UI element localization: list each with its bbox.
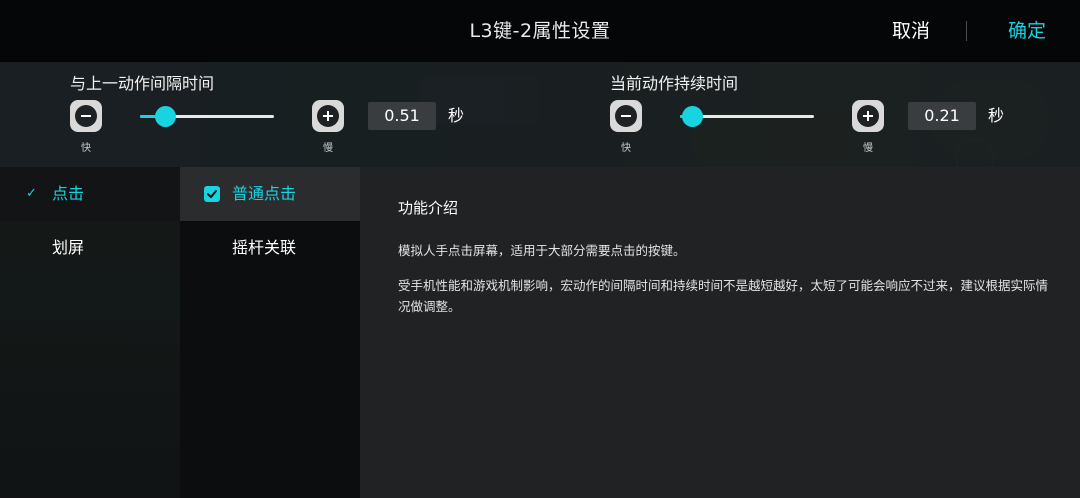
info-paragraph-2: 受手机性能和游戏机制影响，宏动作的间隔时间和持续时间不是越短越好，太短了可能会响… <box>398 278 1049 314</box>
interval-value-field[interactable]: 0.51 <box>368 102 436 130</box>
header-divider <box>966 21 967 41</box>
feature-info-panel: 功能介绍 模拟人手点击屏幕，适用于大部分需要点击的按键。 受手机性能和游戏机制影… <box>360 167 1080 498</box>
interval-label: 与上一动作间隔时间 <box>70 74 215 93</box>
duration-control: 当前动作持续时间 快 慢 0.21 秒 <box>610 62 1040 167</box>
interval-increase-button[interactable] <box>312 100 344 132</box>
interval-decrease-button[interactable] <box>70 100 102 132</box>
duration-slow-caption: 慢 <box>863 143 873 154</box>
info-heading: 功能介绍 <box>398 199 459 217</box>
subtype-normal-tap[interactable]: 普通点击 <box>180 167 360 221</box>
info-paragraph-1: 模拟人手点击屏幕，适用于大部分需要点击的按键。 <box>398 243 686 258</box>
interval-fast-caption: 快 <box>81 143 91 154</box>
duration-increase-button[interactable] <box>852 100 884 132</box>
duration-slider[interactable] <box>680 106 814 127</box>
check-icon: ✓ <box>26 186 37 201</box>
duration-slider-handle[interactable] <box>682 106 703 127</box>
duration-unit: 秒 <box>988 106 1005 125</box>
plus-icon <box>317 105 339 127</box>
interval-slow-caption: 慢 <box>323 143 333 154</box>
subtype-label: 普通点击 <box>232 184 297 203</box>
interval-control: 与上一动作间隔时间 快 慢 0.51 秒 <box>70 62 500 167</box>
interval-slider-handle[interactable] <box>155 106 176 127</box>
cancel-button[interactable]: 取消 <box>872 0 950 62</box>
confirm-button[interactable]: 确定 <box>988 0 1066 62</box>
duration-value-field[interactable]: 0.21 <box>908 102 976 130</box>
minus-icon <box>75 105 97 127</box>
action-type-tap[interactable]: ✓ 点击 <box>0 167 180 221</box>
duration-fast-caption: 快 <box>621 143 631 154</box>
subtype-joystick-link[interactable]: 摇杆关联 <box>180 221 360 275</box>
plus-icon <box>857 105 879 127</box>
checkbox-checked-icon <box>204 186 220 202</box>
action-type-list: ✓ 点击 划屏 <box>0 167 180 498</box>
action-type-swipe[interactable]: 划屏 <box>0 221 180 275</box>
action-type-label: 划屏 <box>52 238 85 257</box>
subtype-label: 摇杆关联 <box>232 238 297 257</box>
minus-icon <box>615 105 637 127</box>
timing-panel: 与上一动作间隔时间 快 慢 0.51 秒 当前动作持续时间 快 慢 0.21 秒 <box>0 62 1080 167</box>
action-subtype-list: 普通点击 摇杆关联 <box>180 167 360 498</box>
dialog-header: L3键-2属性设置 取消 确定 <box>0 0 1080 62</box>
duration-decrease-button[interactable] <box>610 100 642 132</box>
interval-unit: 秒 <box>448 106 465 125</box>
interval-slider[interactable] <box>140 106 274 127</box>
action-type-label: 点击 <box>52 184 85 203</box>
duration-label: 当前动作持续时间 <box>610 74 739 93</box>
